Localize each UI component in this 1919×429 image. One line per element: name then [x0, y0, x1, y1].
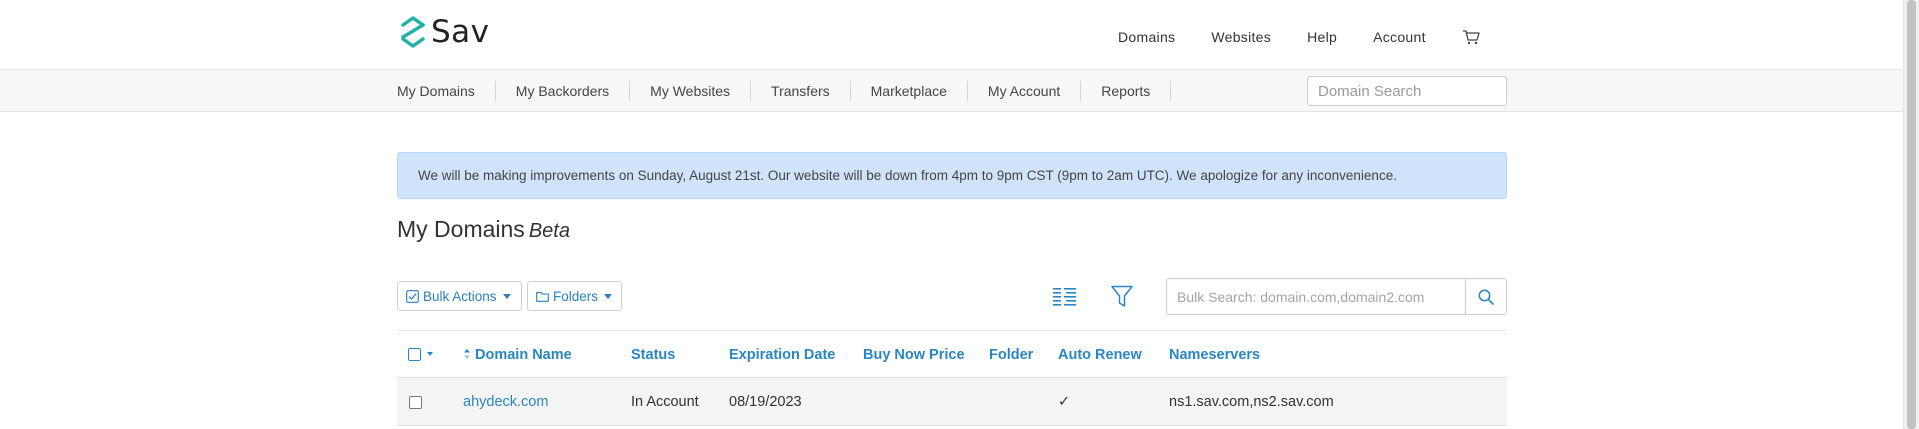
- sub-nav-my-domains[interactable]: My Domains: [397, 81, 496, 101]
- sub-nav-my-websites[interactable]: My Websites: [630, 81, 752, 101]
- domain-status: In Account: [631, 394, 699, 410]
- top-nav-domains[interactable]: Domains: [1118, 29, 1175, 45]
- top-nav-websites[interactable]: Websites: [1211, 29, 1271, 45]
- sub-nav-reports[interactable]: Reports: [1081, 81, 1172, 101]
- folders-button[interactable]: Folders: [527, 281, 622, 311]
- sub-nav-marketplace[interactable]: Marketplace: [851, 81, 968, 101]
- filter-icon[interactable]: [1111, 285, 1133, 308]
- select-dropdown-caret-icon[interactable]: [427, 352, 433, 356]
- domains-table: Domain Name Status Expiration Date Buy N…: [397, 330, 1507, 426]
- page-scrollbar[interactable]: [1903, 0, 1919, 429]
- bulk-search-button[interactable]: [1465, 278, 1507, 315]
- brand-name: Sav: [431, 14, 490, 50]
- domain-nameservers: ns1.sav.com,ns2.sav.com: [1169, 394, 1334, 410]
- sub-nav: My Domains My Backorders My Websites Tra…: [0, 70, 1903, 112]
- cart-icon[interactable]: [1462, 29, 1480, 45]
- top-nav-account[interactable]: Account: [1373, 29, 1426, 45]
- row-checkbox[interactable]: [409, 396, 422, 409]
- top-header: Sav Domains Websites Help Account: [0, 0, 1903, 70]
- chevron-down-icon: [604, 293, 613, 299]
- search-icon: [1478, 289, 1494, 305]
- domain-search-input[interactable]: [1307, 76, 1507, 106]
- column-expiration-date[interactable]: Expiration Date: [729, 331, 835, 379]
- column-status[interactable]: Status: [631, 331, 675, 379]
- domain-link[interactable]: ahydeck.com: [463, 378, 548, 426]
- list-view-icon[interactable]: [1053, 287, 1076, 306]
- column-domain-name[interactable]: Domain Name: [463, 331, 572, 379]
- column-buy-now-price[interactable]: Buy Now Price: [863, 331, 965, 379]
- column-folder[interactable]: Folder: [989, 331, 1033, 379]
- domain-expiration: 08/19/2023: [729, 394, 802, 410]
- bulk-search-input[interactable]: [1166, 278, 1465, 315]
- chevron-down-icon: [502, 293, 511, 299]
- beta-badge: Beta: [528, 220, 570, 242]
- page-title: My Domains Beta: [397, 216, 570, 243]
- folder-icon: [536, 291, 549, 302]
- folders-label: Folders: [553, 288, 599, 304]
- top-nav-help[interactable]: Help: [1307, 29, 1337, 45]
- sort-icon: [464, 349, 470, 359]
- checkbox-check-icon: [406, 289, 419, 303]
- auto-renew-check[interactable]: ✓: [1058, 378, 1070, 426]
- bulk-actions-button[interactable]: Bulk Actions: [397, 281, 522, 311]
- column-auto-renew[interactable]: Auto Renew: [1058, 331, 1142, 379]
- sub-nav-my-account[interactable]: My Account: [968, 81, 1082, 101]
- sub-nav-transfers[interactable]: Transfers: [751, 81, 851, 101]
- sub-nav-my-backorders[interactable]: My Backorders: [496, 81, 631, 101]
- logo[interactable]: Sav: [399, 14, 490, 50]
- column-nameservers[interactable]: Nameservers: [1169, 331, 1260, 379]
- scrollbar-thumb[interactable]: [1907, 0, 1916, 429]
- select-all-checkbox[interactable]: [408, 348, 421, 361]
- top-nav: Domains Websites Help Account: [1118, 29, 1480, 45]
- bulk-actions-label: Bulk Actions: [423, 288, 497, 304]
- sav-logo-icon: [401, 16, 425, 48]
- table-header: Domain Name Status Expiration Date Buy N…: [397, 330, 1507, 378]
- table-row: ahydeck.com In Account 08/19/2023 ✓ ns1.…: [397, 378, 1507, 426]
- page-title-text: My Domains: [397, 216, 525, 242]
- alert-text: We will be making improvements on Sunday…: [418, 168, 1397, 183]
- bulk-search: [1166, 278, 1507, 315]
- maintenance-alert: We will be making improvements on Sunday…: [397, 152, 1507, 199]
- column-domain-name-label: Domain Name: [475, 347, 572, 363]
